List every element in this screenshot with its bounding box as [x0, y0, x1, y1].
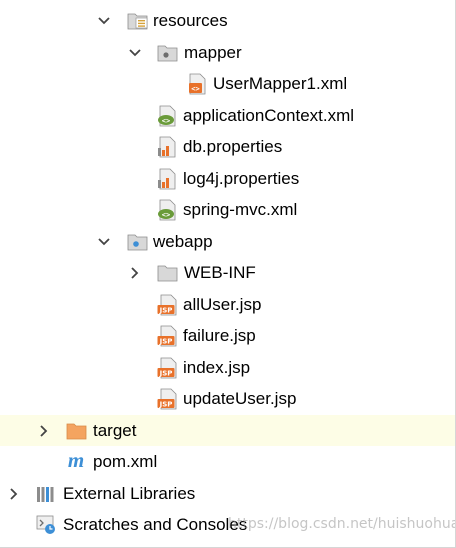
chevron-down-icon[interactable] [97, 14, 111, 28]
tree-label: db.properties [183, 137, 283, 156]
chevron-right-icon[interactable] [37, 424, 51, 438]
tree-node-external-libraries[interactable]: External Libraries [0, 478, 456, 509]
chevron-down-icon[interactable] [128, 46, 142, 60]
tree-label: target [93, 421, 137, 440]
chevron-right-icon[interactable] [128, 266, 142, 280]
excluded-folder-icon [66, 421, 87, 441]
tree-node-spring-mvc-xml[interactable]: <> spring-mvc.xml [0, 194, 456, 225]
tree-node-mapper[interactable]: mapper [0, 37, 456, 68]
folder-icon [157, 263, 178, 283]
xml-badge-text: <> [191, 85, 199, 93]
jsp-badge-text: JSP [159, 337, 173, 345]
tree-node-log4j-properties[interactable]: log4j.properties [0, 163, 456, 194]
library-icon [36, 484, 56, 504]
properties-file-icon [157, 136, 177, 158]
tree-label: applicationContext.xml [183, 106, 355, 125]
tree-node-index-jsp[interactable]: JSP index.jsp [0, 352, 456, 383]
tree-label: allUser.jsp [183, 295, 262, 314]
tree-node-web-inf[interactable]: WEB-INF [0, 257, 456, 288]
tree-node-target[interactable]: target [0, 415, 456, 446]
tree-label: index.jsp [183, 358, 251, 377]
tree-node-webapp[interactable]: webapp [0, 226, 456, 257]
tree-label: WEB-INF [184, 263, 256, 282]
maven-glyph: m [68, 450, 84, 472]
resources-folder-icon [127, 10, 148, 30]
tree-label: resources [153, 11, 228, 30]
tree-label: Scratches and Consoles [63, 515, 248, 534]
jsp-badge-text: JSP [159, 369, 173, 377]
tree-label: webapp [153, 232, 213, 251]
properties-file-icon [157, 168, 177, 190]
tree-label: mapper [184, 43, 242, 62]
xml-badge-text: <> [162, 211, 170, 219]
tree-node-alluser-jsp[interactable]: JSP allUser.jsp [0, 289, 456, 320]
jsp-file-icon: JSP [157, 325, 177, 347]
chevron-down-icon[interactable] [97, 235, 111, 249]
scratches-icon [36, 514, 56, 534]
tree-node-applicationcontext-xml[interactable]: <> applicationContext.xml [0, 100, 456, 131]
tree-node-usermapper-xml[interactable]: <> UserMapper1.xml [0, 68, 456, 99]
jsp-badge-text: JSP [159, 400, 173, 408]
tree-label: failure.jsp [183, 326, 256, 345]
tree-label: pom.xml [93, 452, 158, 471]
maven-icon: m [66, 448, 86, 472]
watermark: https://blog.csdn.net/huishuohua [228, 516, 456, 532]
spring-xml-icon: <> [157, 199, 177, 221]
jsp-file-icon: JSP [157, 294, 177, 316]
tree-label: spring-mvc.xml [183, 200, 298, 219]
jsp-file-icon: JSP [157, 357, 177, 379]
tree-node-db-properties[interactable]: db.properties [0, 131, 456, 162]
tree-label: External Libraries [63, 484, 196, 503]
tree-node-updateuser-jsp[interactable]: JSP updateUser.jsp [0, 383, 456, 414]
tree-node-pom-xml[interactable]: m pom.xml [0, 446, 456, 477]
project-tree: resources mapper <> UserMapper1.xml <> a… [0, 0, 456, 548]
tree-label: log4j.properties [183, 169, 300, 188]
web-folder-icon [127, 232, 148, 252]
jsp-file-icon: JSP [157, 388, 177, 410]
chevron-right-icon[interactable] [7, 487, 21, 501]
tree-label: UserMapper1.xml [213, 74, 348, 93]
xml-file-icon: <> [188, 73, 208, 95]
jsp-badge-text: JSP [159, 306, 173, 314]
package-folder-icon [157, 43, 178, 63]
xml-badge-text: <> [162, 117, 170, 125]
tree-node-resources[interactable]: resources [0, 5, 456, 36]
spring-xml-icon: <> [157, 105, 177, 127]
tree-label: updateUser.jsp [183, 389, 297, 408]
tree-node-failure-jsp[interactable]: JSP failure.jsp [0, 320, 456, 351]
